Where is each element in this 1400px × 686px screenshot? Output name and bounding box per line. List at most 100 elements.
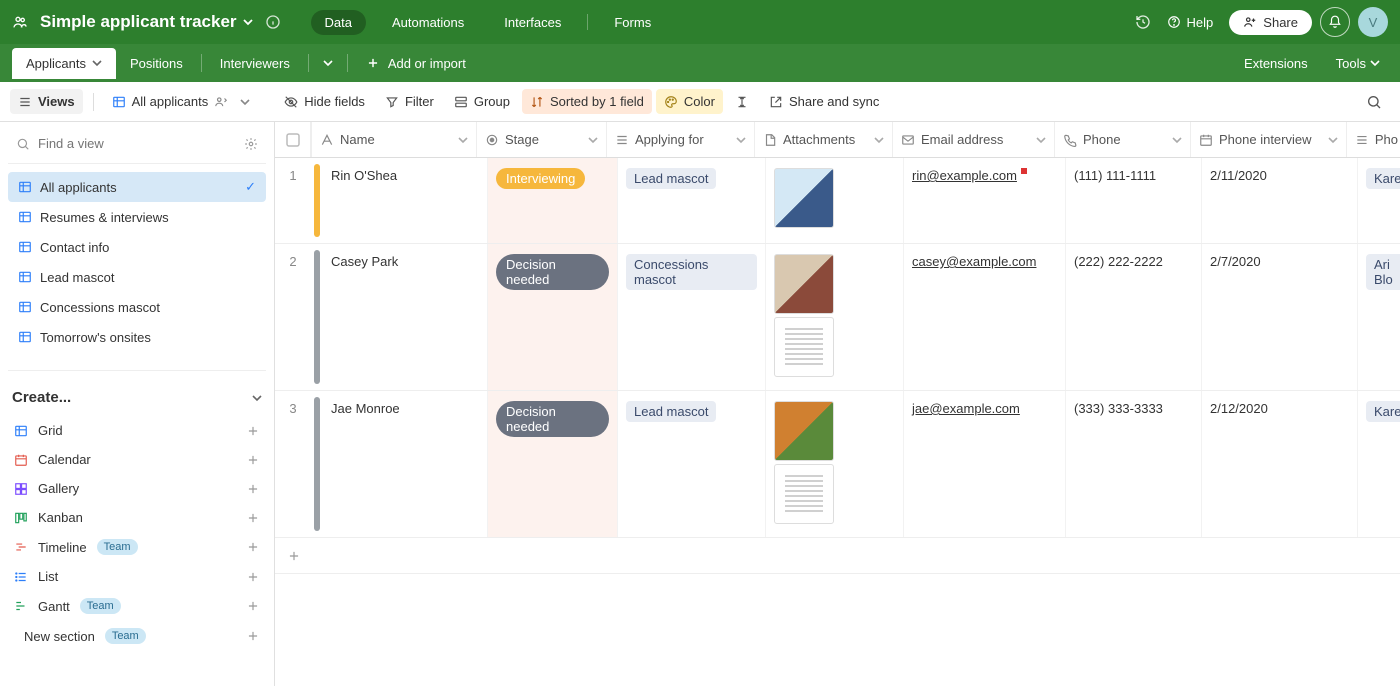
- cell-attachments[interactable]: [766, 391, 904, 537]
- cell-name[interactable]: Jae Monroe: [323, 391, 488, 537]
- user-avatar[interactable]: V: [1358, 7, 1388, 37]
- cell-interview-date[interactable]: 2/7/2020: [1202, 244, 1358, 390]
- nav-automations[interactable]: Automations: [378, 10, 478, 35]
- row-number[interactable]: 1: [275, 158, 311, 243]
- row-height-button[interactable]: [727, 90, 757, 114]
- column-applying[interactable]: Applying for: [607, 122, 755, 157]
- plus-icon[interactable]: [246, 570, 260, 584]
- table-row[interactable]: 3Jae MonroeDecision neededLead mascot jae…: [275, 391, 1400, 538]
- add-or-import[interactable]: Add or import: [352, 48, 480, 79]
- nav-data[interactable]: Data: [311, 10, 366, 35]
- filter-button[interactable]: Filter: [377, 89, 442, 114]
- tab-more[interactable]: [313, 50, 343, 76]
- attachment-thumbnail[interactable]: [774, 168, 834, 228]
- plus-icon[interactable]: [246, 511, 260, 525]
- notifications-button[interactable]: [1320, 7, 1350, 37]
- info-icon[interactable]: [265, 14, 281, 30]
- plus-icon[interactable]: [246, 482, 260, 496]
- nav-interfaces[interactable]: Interfaces: [490, 10, 575, 35]
- cell-interview-date[interactable]: 2/12/2020: [1202, 391, 1358, 537]
- sort-button[interactable]: Sorted by 1 field: [522, 89, 652, 114]
- cell-attachments[interactable]: [766, 158, 904, 243]
- view-item[interactable]: Contact info✓: [8, 232, 266, 262]
- create-view-item[interactable]: TimelineTeam: [8, 532, 266, 562]
- chevron-down-icon[interactable]: [1328, 135, 1338, 145]
- cell-interview-date[interactable]: 2/11/2020: [1202, 158, 1358, 243]
- chevron-down-icon[interactable]: [458, 135, 468, 145]
- base-title[interactable]: Simple applicant tracker: [40, 12, 253, 32]
- column-name[interactable]: Name: [312, 122, 477, 157]
- view-item[interactable]: Resumes & interviews✓: [8, 202, 266, 232]
- attachment-thumbnail[interactable]: [774, 317, 834, 377]
- plus-icon[interactable]: [246, 540, 260, 554]
- cell-next[interactable]: Kareer: [1358, 158, 1400, 243]
- cell-next[interactable]: Kareer: [1358, 391, 1400, 537]
- column-next[interactable]: Pho: [1347, 122, 1400, 157]
- tools-button[interactable]: Tools: [1324, 48, 1392, 79]
- cell-name[interactable]: Casey Park: [323, 244, 488, 390]
- cell-applying[interactable]: Lead mascot: [618, 158, 766, 243]
- chevron-down-icon[interactable]: [736, 135, 746, 145]
- tab-positions[interactable]: Positions: [116, 48, 197, 79]
- cell-phone[interactable]: (111) 111-1111: [1066, 158, 1202, 243]
- attachment-thumbnail[interactable]: [774, 254, 834, 314]
- column-attachments[interactable]: Attachments: [755, 122, 893, 157]
- create-view-item[interactable]: List: [8, 562, 266, 591]
- find-view-input[interactable]: [38, 136, 236, 151]
- create-view-item[interactable]: Gallery: [8, 474, 266, 503]
- color-button[interactable]: Color: [656, 89, 723, 114]
- chevron-down-icon[interactable]: [874, 135, 884, 145]
- cell-stage[interactable]: Decision needed: [488, 244, 618, 390]
- view-item[interactable]: Concessions mascot✓: [8, 292, 266, 322]
- create-view-item[interactable]: Kanban: [8, 503, 266, 532]
- chevron-down-icon[interactable]: [588, 135, 598, 145]
- tab-interviewers[interactable]: Interviewers: [206, 48, 304, 79]
- cell-stage[interactable]: Interviewing: [488, 158, 618, 243]
- plus-icon[interactable]: [246, 424, 260, 438]
- view-item[interactable]: All applicants✓: [8, 172, 266, 202]
- cell-name[interactable]: Rin O'Shea: [323, 158, 488, 243]
- add-row-button[interactable]: [275, 538, 1400, 574]
- search-icon[interactable]: [1358, 89, 1390, 115]
- tab-applicants[interactable]: Applicants: [12, 48, 116, 79]
- cell-phone[interactable]: (333) 333-3333: [1066, 391, 1202, 537]
- hide-fields-button[interactable]: Hide fields: [276, 89, 373, 114]
- help-button[interactable]: Help: [1159, 15, 1222, 30]
- create-view-item[interactable]: GanttTeam: [8, 591, 266, 621]
- column-email[interactable]: Email address: [893, 122, 1055, 157]
- attachment-thumbnail[interactable]: [774, 401, 834, 461]
- cell-attachments[interactable]: [766, 244, 904, 390]
- cell-stage[interactable]: Decision needed: [488, 391, 618, 537]
- attachment-thumbnail[interactable]: [774, 464, 834, 524]
- cell-email[interactable]: rin@example.com: [904, 158, 1066, 243]
- create-view-item[interactable]: New sectionTeam: [8, 621, 266, 651]
- cell-email[interactable]: jae@example.com: [904, 391, 1066, 537]
- create-section-header[interactable]: Create...: [8, 379, 266, 416]
- column-interview[interactable]: Phone interview: [1191, 122, 1347, 157]
- table-row[interactable]: 2Casey ParkDecision neededConcessions ma…: [275, 244, 1400, 391]
- current-view[interactable]: All applicants: [104, 89, 259, 114]
- cell-email[interactable]: casey@example.com: [904, 244, 1066, 390]
- nav-forms[interactable]: Forms: [600, 10, 665, 35]
- cell-next[interactable]: Ari Blo: [1358, 244, 1400, 390]
- view-item[interactable]: Lead mascot✓: [8, 262, 266, 292]
- plus-icon[interactable]: [246, 453, 260, 467]
- gear-icon[interactable]: [244, 137, 258, 151]
- history-icon[interactable]: [1135, 14, 1151, 30]
- view-item[interactable]: Tomorrow's onsites✓: [8, 322, 266, 352]
- row-number[interactable]: 3: [275, 391, 311, 537]
- column-phone[interactable]: Phone: [1055, 122, 1191, 157]
- table-row[interactable]: 1Rin O'SheaInterviewingLead mascot rin@ex…: [275, 158, 1400, 244]
- cell-applying[interactable]: Concessions mascot: [618, 244, 766, 390]
- create-view-item[interactable]: Calendar: [8, 445, 266, 474]
- create-view-item[interactable]: Grid: [8, 416, 266, 445]
- row-number[interactable]: 2: [275, 244, 311, 390]
- plus-icon[interactable]: [246, 629, 260, 643]
- views-toggle[interactable]: Views: [10, 89, 83, 114]
- column-stage[interactable]: Stage: [477, 122, 607, 157]
- cell-phone[interactable]: (222) 222-2222: [1066, 244, 1202, 390]
- plus-icon[interactable]: [246, 599, 260, 613]
- cell-applying[interactable]: Lead mascot: [618, 391, 766, 537]
- select-all-checkbox[interactable]: [275, 122, 311, 157]
- chevron-down-icon[interactable]: [1172, 135, 1182, 145]
